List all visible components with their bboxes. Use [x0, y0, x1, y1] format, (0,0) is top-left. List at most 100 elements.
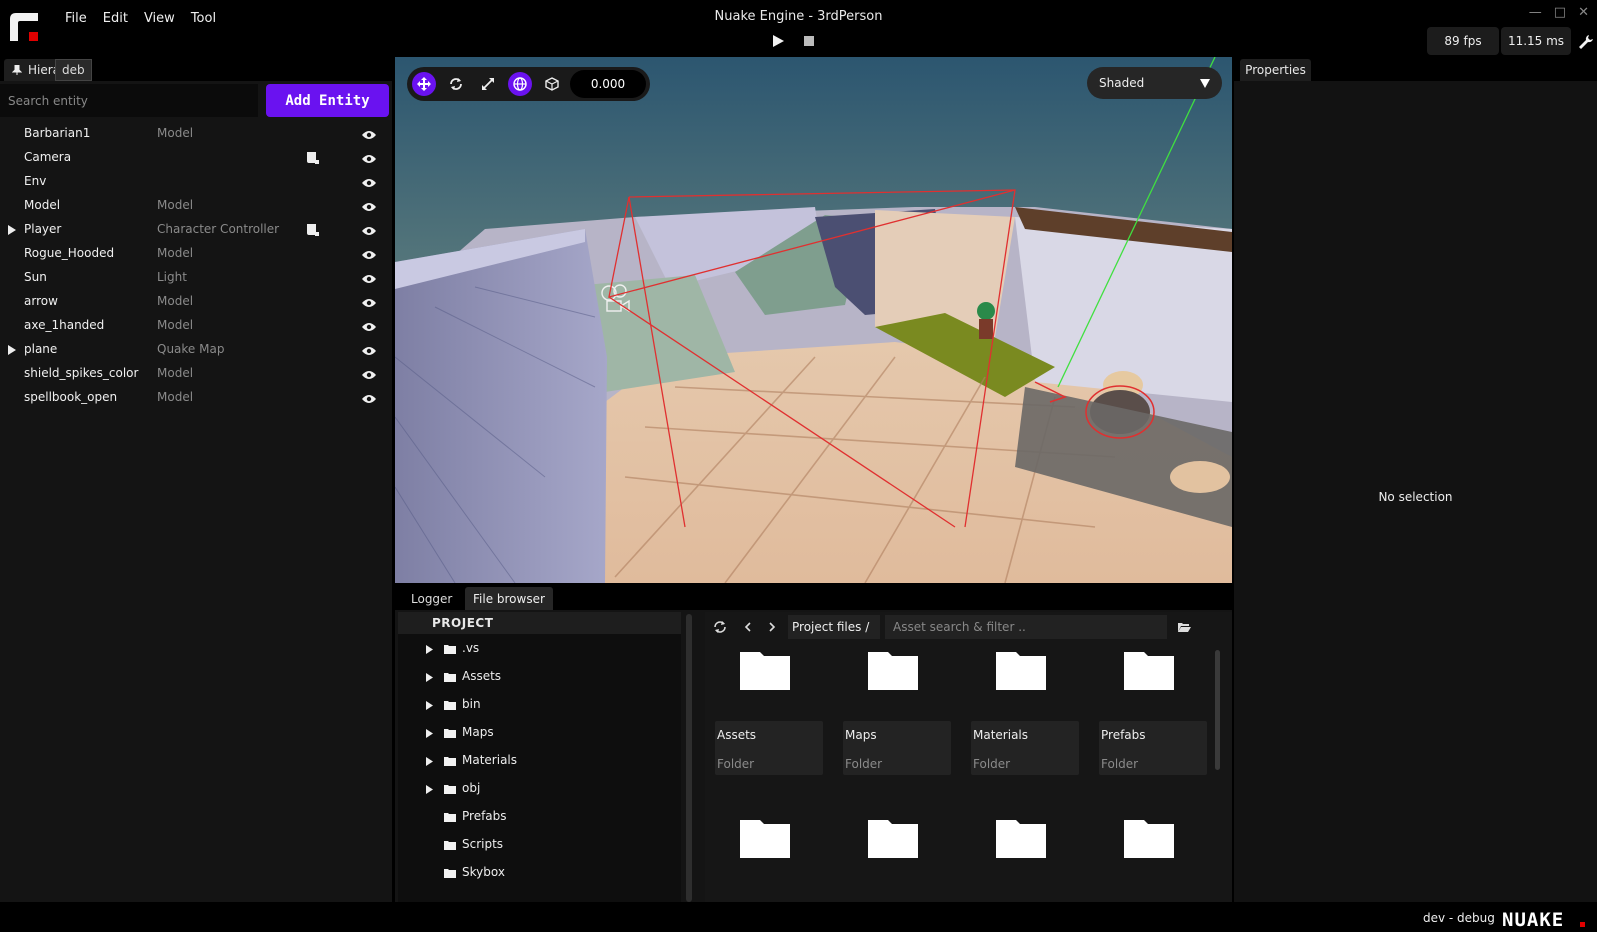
visibility-eye-icon[interactable]	[362, 201, 376, 211]
tree-scrollbar[interactable]	[686, 614, 692, 902]
minimize-icon[interactable]: —	[1529, 5, 1542, 20]
entity-row[interactable]: axe_1handed Model	[0, 314, 392, 338]
entity-row[interactable]: Barbarian1 Model	[0, 122, 392, 146]
maximize-icon[interactable]: □	[1554, 5, 1566, 20]
move-icon[interactable]	[412, 72, 436, 96]
scene-render[interactable]	[395, 57, 1232, 583]
entity-type: Model	[157, 126, 194, 140]
folder-card[interactable]	[1099, 818, 1207, 858]
bottom-tab-strip: Logger File browser	[395, 584, 1232, 610]
script-icon[interactable]	[306, 223, 319, 236]
tree-item-label: Materials	[462, 753, 518, 767]
breadcrumb[interactable]: Project files /	[788, 615, 880, 639]
tree-item[interactable]: Assets	[398, 662, 681, 690]
folder-card[interactable]: Assets Folder	[715, 650, 823, 776]
wrench-icon[interactable]	[1578, 34, 1594, 50]
stop-icon[interactable]	[804, 36, 814, 46]
tab-properties[interactable]: Properties	[1240, 59, 1311, 81]
entity-name: arrow	[24, 294, 58, 308]
asset-search-input[interactable]	[885, 615, 1167, 639]
snap-value-field[interactable]: 0.000	[570, 70, 646, 98]
tree-item[interactable]: bin	[398, 690, 681, 718]
folder-card[interactable]	[843, 818, 951, 858]
close-icon[interactable]: ✕	[1578, 5, 1589, 20]
entity-row[interactable]: Player Character Controller	[0, 218, 392, 242]
expand-arrow-icon[interactable]	[426, 671, 433, 682]
entity-row[interactable]: Camera	[0, 146, 392, 170]
folder-card[interactable]: Prefabs Folder	[1099, 650, 1207, 776]
forward-icon[interactable]	[765, 620, 779, 634]
visibility-eye-icon[interactable]	[362, 225, 376, 235]
entity-row[interactable]: Model Model	[0, 194, 392, 218]
local-space-icon[interactable]	[540, 72, 564, 96]
folder-card[interactable]	[715, 818, 823, 858]
tree-item[interactable]: Materials	[398, 746, 681, 774]
project-tree-header[interactable]: PROJECT	[398, 612, 681, 634]
tree-item[interactable]: Skybox	[398, 858, 681, 886]
entity-row[interactable]: spellbook_open Model	[0, 386, 392, 410]
visibility-eye-icon[interactable]	[362, 369, 376, 379]
visibility-eye-icon[interactable]	[362, 177, 376, 187]
expand-arrow-icon[interactable]	[8, 344, 16, 355]
entity-row[interactable]: Env	[0, 170, 392, 194]
folder-card[interactable]: Maps Folder	[843, 650, 951, 776]
tree-item-label: Skybox	[462, 865, 505, 879]
folder-icon	[996, 818, 1046, 858]
entity-row[interactable]: arrow Model	[0, 290, 392, 314]
entity-row[interactable]: Sun Light	[0, 266, 392, 290]
rotate-icon[interactable]	[444, 72, 468, 96]
entity-row[interactable]: Rogue_Hooded Model	[0, 242, 392, 266]
expand-arrow-icon[interactable]	[426, 783, 433, 794]
entity-row[interactable]: plane Quake Map	[0, 338, 392, 362]
visibility-eye-icon[interactable]	[362, 345, 376, 355]
folder-icon	[740, 650, 790, 690]
back-icon[interactable]	[741, 620, 755, 634]
script-icon[interactable]	[306, 151, 319, 164]
visibility-eye-icon[interactable]	[362, 249, 376, 259]
expand-arrow-icon[interactable]	[426, 755, 433, 766]
refresh-icon[interactable]	[713, 620, 727, 634]
entity-type: Quake Map	[157, 342, 225, 356]
tree-item[interactable]: .vs	[398, 634, 681, 662]
expand-arrow-icon[interactable]	[426, 699, 433, 710]
entity-name: Sun	[24, 270, 47, 284]
tab-logger[interactable]: Logger	[403, 587, 460, 610]
folder-icon	[740, 818, 790, 858]
add-entity-button[interactable]: Add Entity	[266, 84, 389, 117]
visibility-eye-icon[interactable]	[362, 273, 376, 283]
entity-name: Player	[24, 222, 62, 236]
grid-scrollbar[interactable]	[1215, 650, 1220, 770]
visibility-eye-icon[interactable]	[362, 153, 376, 163]
title-bar: File Edit View Tool Nuake Engine - 3rdPe…	[0, 0, 1597, 56]
folder-icon	[444, 671, 456, 682]
folder-card[interactable]: Materials Folder	[971, 650, 1079, 776]
entity-name: Camera	[24, 150, 72, 164]
expand-arrow-icon[interactable]	[426, 727, 433, 738]
visibility-eye-icon[interactable]	[362, 393, 376, 403]
scale-icon[interactable]	[476, 72, 500, 96]
tree-item-label: obj	[462, 781, 481, 795]
tree-item[interactable]: Scripts	[398, 830, 681, 858]
expand-arrow-icon[interactable]	[426, 643, 433, 654]
tree-item[interactable]: Prefabs	[398, 802, 681, 830]
visibility-eye-icon[interactable]	[362, 129, 376, 139]
expand-arrow-icon[interactable]	[8, 224, 16, 235]
play-icon[interactable]	[771, 34, 785, 48]
folder-icon	[868, 818, 918, 858]
entity-type: Light	[157, 270, 187, 284]
folder-icon	[444, 643, 456, 654]
entity-list: Barbarian1 Model Camera Env Model Model Player…	[0, 122, 392, 410]
visibility-eye-icon[interactable]	[362, 321, 376, 331]
shading-mode-dropdown[interactable]: Shaded	[1087, 67, 1222, 99]
tree-item[interactable]: Maps	[398, 718, 681, 746]
scene-viewport[interactable]: 0.000 Shaded	[395, 57, 1232, 583]
open-folder-icon[interactable]	[1177, 620, 1191, 634]
search-entity-input[interactable]	[0, 84, 258, 117]
folder-card[interactable]	[971, 818, 1079, 858]
entity-row[interactable]: shield_spikes_color Model	[0, 362, 392, 386]
tree-item[interactable]: obj	[398, 774, 681, 802]
global-space-icon[interactable]	[508, 72, 532, 96]
visibility-eye-icon[interactable]	[362, 297, 376, 307]
tab-file-browser[interactable]: File browser	[465, 587, 553, 610]
folder-card-name: Assets	[717, 728, 757, 742]
